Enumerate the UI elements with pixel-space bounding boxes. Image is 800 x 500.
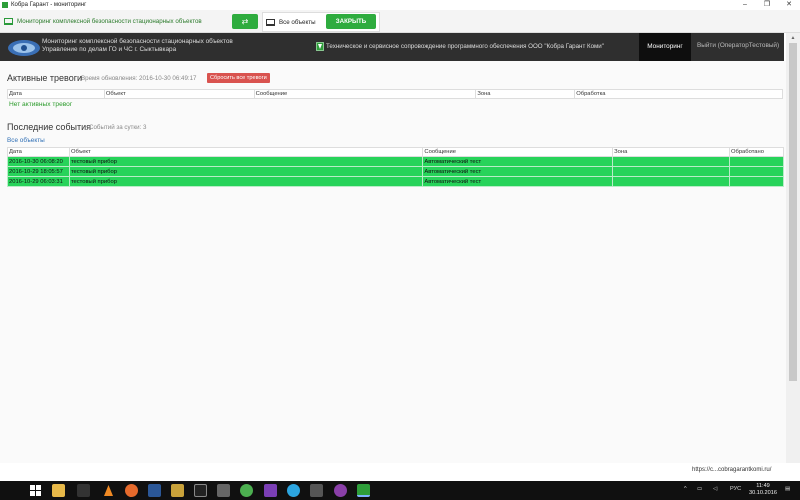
event-handled: [729, 156, 784, 167]
event-message: Автоматический тест: [422, 156, 614, 167]
vlc-icon[interactable]: [102, 484, 115, 497]
column-header[interactable]: Объект: [103, 89, 255, 99]
alarms-header-row: Дата Объект Сообщение Зона Обработка: [7, 89, 783, 99]
reset-all-alarms-button[interactable]: Сбросить все тревоги: [207, 73, 270, 83]
event-zone: [612, 176, 730, 187]
laptop-icon: [266, 18, 275, 26]
network-icon[interactable]: ▭: [697, 486, 702, 492]
logout-link[interactable]: Выйти (ОператорТестовый): [697, 42, 779, 49]
tab-monitoring[interactable]: Мониторинг: [639, 33, 691, 61]
column-header[interactable]: Дата: [7, 147, 70, 157]
app-icon[interactable]: [217, 484, 230, 497]
support-link[interactable]: Техническое и сервисное сопровождение пр…: [316, 42, 604, 51]
column-header[interactable]: Объект: [68, 147, 424, 157]
table-row[interactable]: 2016-10-29 18:05:57 тестовый прибор Авто…: [7, 166, 784, 177]
status-url: https://c...cobragarantkomi.ru/: [692, 467, 772, 473]
taskbar: ^ ▭ ◁ РУС 11:49 30.10.2016 ▤: [0, 481, 800, 500]
navbar: Мониторинг комплексной безопасности стац…: [0, 33, 784, 61]
monitoring-selector[interactable]: Мониторинг комплексной безопасности стац…: [4, 14, 230, 29]
events-table: Дата Объект Сообщение Зона Обработано 20…: [7, 147, 784, 187]
column-header[interactable]: Обработано: [729, 147, 784, 157]
maximize-button[interactable]: ❐: [756, 0, 778, 10]
scroll-thumb[interactable]: [789, 43, 797, 381]
app-toolbar: Мониторинг комплексной безопасности стац…: [0, 10, 800, 33]
swap-button[interactable]: ⇄: [232, 14, 258, 29]
all-objects-filter-link[interactable]: Все объекты: [7, 137, 45, 144]
event-handled: [729, 166, 784, 177]
event-message: Автоматический тест: [422, 176, 614, 187]
firefox-icon[interactable]: [125, 484, 138, 497]
kobra-garant-icon[interactable]: [357, 484, 370, 497]
support-icon: [316, 42, 324, 51]
close-window-button[interactable]: ✕: [778, 0, 800, 10]
laptop-icon: [4, 18, 13, 25]
table-row[interactable]: 2016-10-30 06:08:20 тестовый прибор Авто…: [7, 156, 784, 167]
event-object: тестовый прибор: [68, 156, 424, 167]
org-line-1: Мониторинг комплексной безопасности стац…: [42, 38, 233, 45]
mail-icon[interactable]: [310, 484, 323, 497]
visual-studio-icon[interactable]: [264, 484, 277, 497]
vertical-scrollbar[interactable]: ▲: [786, 33, 800, 463]
all-objects-label: Все объекты: [279, 18, 316, 26]
support-text: Техническое и сервисное сопровождение пр…: [326, 43, 604, 50]
column-header[interactable]: Дата: [7, 89, 105, 99]
event-zone: [612, 156, 730, 167]
windows-start-icon[interactable]: [29, 484, 42, 497]
event-date: 2016-10-29 06:03:31: [7, 176, 70, 187]
events-heading: Последние события: [7, 122, 92, 132]
events-header-row: Дата Объект Сообщение Зона Обработано: [7, 147, 784, 157]
system-clock[interactable]: 11:49 30.10.2016: [749, 483, 777, 497]
notifications-icon[interactable]: ▤: [785, 486, 790, 492]
telegram-icon[interactable]: [287, 484, 300, 497]
table-row[interactable]: 2016-10-29 06:03:31 тестовый прибор Авто…: [7, 176, 784, 187]
window-titlebar: Кобра Гарант - мониторинг – ❐ ✕: [0, 0, 800, 10]
event-object: тестовый прибор: [68, 176, 424, 187]
minimize-button[interactable]: –: [734, 0, 756, 10]
main-content: Активные тревоги Время обновления: 2016-…: [0, 61, 786, 463]
alarms-table: Дата Объект Сообщение Зона Обработка: [7, 89, 783, 99]
event-message: Автоматический тест: [422, 166, 614, 177]
no-alarms-text: Нет активных тревог: [9, 101, 73, 108]
window-title: Кобра Гарант - мониторинг: [11, 2, 87, 8]
file-explorer-icon[interactable]: [52, 484, 65, 497]
event-handled: [729, 176, 784, 187]
org-line-2: Управление по делам ГО и ЧС г. Сыктывкар…: [42, 46, 177, 53]
app-icon[interactable]: [334, 484, 347, 497]
keyboard-language[interactable]: РУС: [730, 486, 741, 492]
events-count: Событий за сутки: 3: [89, 124, 147, 131]
clock-date: 30.10.2016: [749, 490, 777, 496]
event-object: тестовый прибор: [68, 166, 424, 177]
column-header[interactable]: Сообщение: [253, 89, 477, 99]
logo-icon: [8, 40, 40, 56]
tray-chevron-icon[interactable]: ^: [684, 486, 687, 492]
event-date: 2016-10-30 06:08:20: [7, 156, 70, 167]
clock-time: 11:49: [756, 483, 770, 489]
column-header[interactable]: Зона: [475, 89, 576, 99]
alarms-updated-time: Время обновления: 2016-10-30 06:49:17: [81, 75, 197, 82]
scroll-up-icon[interactable]: ▲: [786, 33, 800, 43]
chrome-icon[interactable]: [240, 484, 253, 497]
app-icon: [2, 2, 8, 8]
event-date: 2016-10-29 18:05:57: [7, 166, 70, 177]
column-header[interactable]: Обработка: [574, 89, 783, 99]
alarms-heading: Активные тревоги: [7, 73, 83, 83]
column-header[interactable]: Сообщение: [422, 147, 614, 157]
cmd-icon[interactable]: [194, 484, 207, 497]
task-view-icon[interactable]: [77, 484, 90, 497]
close-button[interactable]: ЗАКРЫТЬ: [326, 14, 376, 29]
archive-icon[interactable]: [171, 484, 184, 497]
monitoring-label: Мониторинг комплексной безопасности стац…: [17, 18, 202, 25]
word-icon[interactable]: [148, 484, 161, 497]
volume-icon[interactable]: ◁: [713, 486, 717, 492]
column-header[interactable]: Зона: [612, 147, 730, 157]
event-zone: [612, 166, 730, 177]
org-title: Мониторинг комплексной безопасности стац…: [42, 38, 233, 54]
